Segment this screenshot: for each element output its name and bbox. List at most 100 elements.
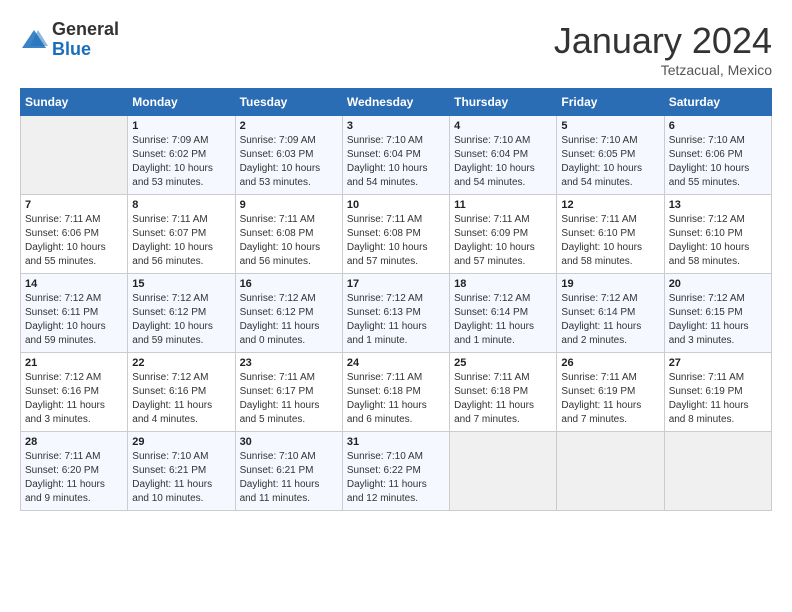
calendar-cell: 15Sunrise: 7:12 AM Sunset: 6:12 PM Dayli… — [128, 274, 235, 353]
calendar-cell: 26 Sunrise: 7:11 AM Sunset: 6:19 PM Dayli… — [557, 353, 664, 432]
calendar-cell: 24 Sunrise: 7:11 AM Sunset: 6:18 PM Dayli… — [342, 353, 449, 432]
day-info: Sunrise: 7:10 AM Sunset: 6:22 PM Dayligh… — [347, 450, 445, 506]
day-info: Sunrise: 7:10 AM Sunset: 6:06 PM Dayligh… — [669, 134, 767, 190]
day-of-week-header: Friday — [557, 89, 664, 116]
logo-icon — [20, 26, 48, 54]
calendar-cell: 21 Sunrise: 7:12 AM Sunset: 6:16 PM Dayli… — [21, 353, 128, 432]
day-number: 17 — [347, 278, 445, 290]
day-number: 29 — [132, 436, 230, 448]
calendar-header-row: SundayMondayTuesdayWednesdayThursdayFrid… — [21, 89, 772, 116]
day-number: 30 — [240, 436, 338, 448]
day-info: Sunrise: 7:11 AM Sunset: 6:07 PM Dayligh… — [132, 213, 230, 269]
day-of-week-header: Saturday — [664, 89, 771, 116]
day-info: Sunrise: 7:11 AM Sunset: 6:18 PM Dayligh… — [454, 371, 552, 427]
calendar-cell: 5 Sunrise: 7:10 AM Sunset: 6:05 PM Daylig… — [557, 116, 664, 195]
day-info: Sunrise: 7:12 AM Sunset: 6:14 PM Dayligh… — [454, 292, 552, 348]
calendar-cell: 31Sunrise: 7:10 AM Sunset: 6:22 PM Dayli… — [342, 432, 449, 511]
day-of-week-header: Tuesday — [235, 89, 342, 116]
day-of-week-header: Thursday — [450, 89, 557, 116]
day-of-week-header: Sunday — [21, 89, 128, 116]
day-number: 6 — [669, 120, 767, 132]
calendar-cell: 28 Sunrise: 7:11 AM Sunset: 6:20 PM Dayli… — [21, 432, 128, 511]
calendar-cell: 12 Sunrise: 7:11 AM Sunset: 6:10 PM Dayli… — [557, 195, 664, 274]
page-header: General Blue January 2024 Tetzacual, Mex… — [20, 20, 772, 78]
day-number: 5 — [561, 120, 659, 132]
calendar-cell: 29 Sunrise: 7:10 AM Sunset: 6:21 PM Dayli… — [128, 432, 235, 511]
day-info: Sunrise: 7:11 AM Sunset: 6:06 PM Dayligh… — [25, 213, 123, 269]
calendar-cell: 2 Sunrise: 7:09 AM Sunset: 6:03 PM Daylig… — [235, 116, 342, 195]
day-info: Sunrise: 7:11 AM Sunset: 6:08 PM Dayligh… — [347, 213, 445, 269]
day-number: 15 — [132, 278, 230, 290]
calendar-cell: 9Sunrise: 7:11 AM Sunset: 6:08 PM Daylig… — [235, 195, 342, 274]
day-info: Sunrise: 7:10 AM Sunset: 6:21 PM Dayligh… — [240, 450, 338, 506]
day-number: 9 — [240, 199, 338, 211]
day-number: 12 — [561, 199, 659, 211]
day-number: 26 — [561, 357, 659, 369]
day-number: 18 — [454, 278, 552, 290]
calendar-cell: 19 Sunrise: 7:12 AM Sunset: 6:14 PM Dayli… — [557, 274, 664, 353]
day-info: Sunrise: 7:11 AM Sunset: 6:09 PM Dayligh… — [454, 213, 552, 269]
day-info: Sunrise: 7:11 AM Sunset: 6:17 PM Dayligh… — [240, 371, 338, 427]
day-info: Sunrise: 7:12 AM Sunset: 6:12 PM Dayligh… — [240, 292, 338, 348]
location: Tetzacual, Mexico — [554, 62, 772, 78]
day-info: Sunrise: 7:10 AM Sunset: 6:05 PM Dayligh… — [561, 134, 659, 190]
calendar-week-row: 14 Sunrise: 7:12 AM Sunset: 6:11 PM Dayli… — [21, 274, 772, 353]
day-info: Sunrise: 7:10 AM Sunset: 6:04 PM Dayligh… — [454, 134, 552, 190]
day-info: Sunrise: 7:12 AM Sunset: 6:16 PM Dayligh… — [25, 371, 123, 427]
calendar-cell: 16Sunrise: 7:12 AM Sunset: 6:12 PM Dayli… — [235, 274, 342, 353]
day-number: 1 — [132, 120, 230, 132]
day-number: 7 — [25, 199, 123, 211]
logo-text: General Blue — [52, 20, 119, 60]
calendar-week-row: 28 Sunrise: 7:11 AM Sunset: 6:20 PM Dayli… — [21, 432, 772, 511]
day-number: 20 — [669, 278, 767, 290]
day-info: Sunrise: 7:11 AM Sunset: 6:18 PM Dayligh… — [347, 371, 445, 427]
calendar-cell — [21, 116, 128, 195]
day-info: Sunrise: 7:11 AM Sunset: 6:20 PM Dayligh… — [25, 450, 123, 506]
day-number: 19 — [561, 278, 659, 290]
day-info: Sunrise: 7:10 AM Sunset: 6:04 PM Dayligh… — [347, 134, 445, 190]
day-number: 10 — [347, 199, 445, 211]
calendar-cell: 14 Sunrise: 7:12 AM Sunset: 6:11 PM Dayli… — [21, 274, 128, 353]
month-title: January 2024 — [554, 20, 772, 62]
calendar-cell — [450, 432, 557, 511]
day-number: 21 — [25, 357, 123, 369]
day-info: Sunrise: 7:12 AM Sunset: 6:10 PM Dayligh… — [669, 213, 767, 269]
day-number: 3 — [347, 120, 445, 132]
day-info: Sunrise: 7:11 AM Sunset: 6:19 PM Dayligh… — [669, 371, 767, 427]
calendar-week-row: 21 Sunrise: 7:12 AM Sunset: 6:16 PM Dayli… — [21, 353, 772, 432]
day-number: 28 — [25, 436, 123, 448]
calendar-cell: 25 Sunrise: 7:11 AM Sunset: 6:18 PM Dayli… — [450, 353, 557, 432]
day-info: Sunrise: 7:12 AM Sunset: 6:11 PM Dayligh… — [25, 292, 123, 348]
calendar-cell — [664, 432, 771, 511]
calendar-cell: 22Sunrise: 7:12 AM Sunset: 6:16 PM Dayli… — [128, 353, 235, 432]
calendar-cell — [557, 432, 664, 511]
day-number: 14 — [25, 278, 123, 290]
day-info: Sunrise: 7:09 AM Sunset: 6:03 PM Dayligh… — [240, 134, 338, 190]
day-number: 11 — [454, 199, 552, 211]
day-info: Sunrise: 7:09 AM Sunset: 6:02 PM Dayligh… — [132, 134, 230, 190]
day-number: 24 — [347, 357, 445, 369]
calendar-cell: 10 Sunrise: 7:11 AM Sunset: 6:08 PM Dayli… — [342, 195, 449, 274]
calendar-body: 1 Sunrise: 7:09 AM Sunset: 6:02 PM Daylig… — [21, 116, 772, 511]
day-info: Sunrise: 7:11 AM Sunset: 6:19 PM Dayligh… — [561, 371, 659, 427]
calendar-cell: 17 Sunrise: 7:12 AM Sunset: 6:13 PM Dayli… — [342, 274, 449, 353]
calendar-cell: 8Sunrise: 7:11 AM Sunset: 6:07 PM Daylig… — [128, 195, 235, 274]
day-info: Sunrise: 7:12 AM Sunset: 6:16 PM Dayligh… — [132, 371, 230, 427]
day-info: Sunrise: 7:11 AM Sunset: 6:10 PM Dayligh… — [561, 213, 659, 269]
calendar-table: SundayMondayTuesdayWednesdayThursdayFrid… — [20, 88, 772, 511]
day-info: Sunrise: 7:12 AM Sunset: 6:13 PM Dayligh… — [347, 292, 445, 348]
calendar-cell: 3 Sunrise: 7:10 AM Sunset: 6:04 PM Daylig… — [342, 116, 449, 195]
day-number: 2 — [240, 120, 338, 132]
day-of-week-header: Monday — [128, 89, 235, 116]
calendar-cell: 27Sunrise: 7:11 AM Sunset: 6:19 PM Dayli… — [664, 353, 771, 432]
calendar-cell: 7 Sunrise: 7:11 AM Sunset: 6:06 PM Daylig… — [21, 195, 128, 274]
calendar-week-row: 1 Sunrise: 7:09 AM Sunset: 6:02 PM Daylig… — [21, 116, 772, 195]
title-section: January 2024 Tetzacual, Mexico — [554, 20, 772, 78]
day-number: 25 — [454, 357, 552, 369]
day-number: 13 — [669, 199, 767, 211]
day-info: Sunrise: 7:12 AM Sunset: 6:15 PM Dayligh… — [669, 292, 767, 348]
day-info: Sunrise: 7:12 AM Sunset: 6:14 PM Dayligh… — [561, 292, 659, 348]
calendar-cell: 18 Sunrise: 7:12 AM Sunset: 6:14 PM Dayli… — [450, 274, 557, 353]
day-info: Sunrise: 7:10 AM Sunset: 6:21 PM Dayligh… — [132, 450, 230, 506]
calendar-cell: 30 Sunrise: 7:10 AM Sunset: 6:21 PM Dayli… — [235, 432, 342, 511]
